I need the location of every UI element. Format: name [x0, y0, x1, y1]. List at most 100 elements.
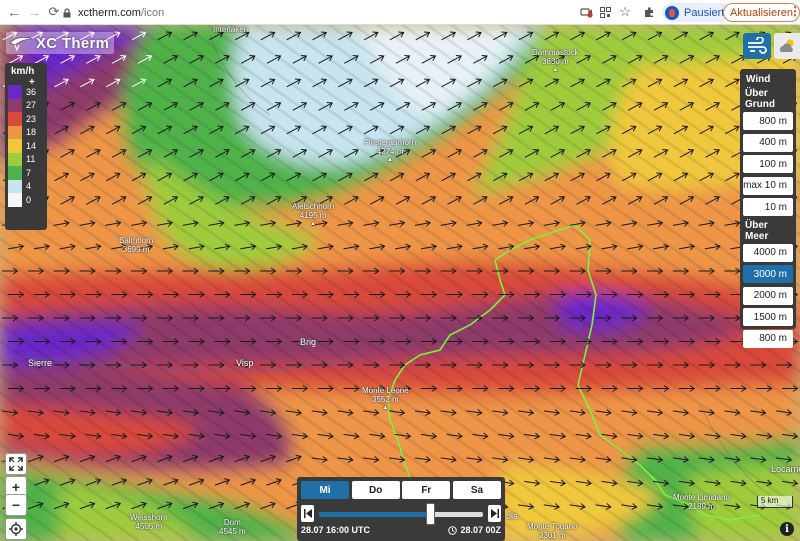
skip-back-icon — [303, 509, 312, 518]
legend-swatch — [8, 112, 22, 126]
legend-label: 27 — [26, 100, 37, 111]
info-icon: i — [785, 523, 789, 535]
slider-fill — [319, 512, 431, 517]
altitude-button[interactable]: 400 m — [743, 133, 793, 152]
zoom-out-icon: − — [11, 497, 21, 513]
place-balmhorn: Balmhorn 3699 m — [119, 236, 154, 254]
legend-row: 27 — [8, 98, 44, 112]
update-label: Aktualisieren — [730, 6, 793, 19]
wind-map[interactable]: Interlaken Dammastock 3630 m ▲ Finsteraarh… — [0, 25, 800, 541]
model-run-label: 28.07 00Z — [460, 525, 501, 535]
legend-label: 18 — [26, 127, 37, 138]
place-visp: Visp — [236, 358, 254, 368]
wind-icon — [748, 37, 767, 54]
altitude-button[interactable]: 800 m — [743, 112, 793, 130]
legend-swatch — [8, 179, 22, 193]
slider-track[interactable] — [319, 512, 483, 517]
app-logo[interactable]: XC Therm — [6, 32, 115, 54]
legend-label: 11 — [26, 154, 36, 165]
place-aletschhorn: Aletschhorn 4195 m ▲ — [292, 202, 335, 227]
slider-thumb[interactable] — [426, 503, 436, 525]
legend-row: 36 — [8, 85, 44, 99]
glider-logo-icon — [9, 37, 33, 52]
altitude-button[interactable]: 4000 m — [743, 243, 793, 262]
zoom-in-icon: + — [11, 479, 21, 495]
legend-row: 0 — [8, 193, 44, 207]
app-title: XC Therm — [36, 34, 110, 52]
avatar — [665, 5, 679, 20]
info-button[interactable]: i — [780, 522, 794, 536]
legend-swatch — [8, 125, 22, 139]
day-button[interactable]: Sa — [452, 481, 501, 499]
legend-row: 4 — [8, 179, 44, 193]
day-button[interactable]: Mi — [301, 481, 349, 499]
altitude-button[interactable]: 3000 m — [743, 265, 793, 283]
legend-swatch — [8, 166, 22, 180]
altitude-button[interactable]: 100 m — [743, 155, 793, 173]
profile-paused-label: Pausiert — [684, 6, 725, 19]
locate-button[interactable] — [5, 518, 27, 540]
above-ground-title: Über Grund — [745, 88, 775, 110]
legend-label: 36 — [26, 86, 37, 97]
legend-label: 14 — [26, 140, 37, 151]
altitude-button[interactable]: 1500 m — [743, 308, 793, 326]
address-bar[interactable]: xctherm.com/icon — [62, 3, 637, 22]
camera-blocked-icon[interactable] — [578, 4, 594, 20]
place-ola: ola — [506, 511, 519, 521]
reload-icon[interactable]: ⟳ — [44, 2, 64, 22]
time-slider[interactable] — [301, 503, 501, 525]
url-path: /icon — [140, 6, 165, 19]
place-locarno: Locarno — [771, 464, 800, 474]
browser-toolbar: ← → ⟳ xctherm.com/icon ☆ Pausiert Aktual… — [0, 0, 800, 25]
place-monte-togano: Monte Togano 2301 m — [527, 522, 578, 540]
place-monte-leone: Monte Leone 3552 m ▲ — [362, 386, 409, 411]
legend-swatch — [8, 98, 22, 112]
back-arrow-icon[interactable]: ← — [4, 2, 24, 22]
legend-swatch — [8, 152, 22, 166]
skip-forward-icon — [490, 509, 499, 518]
legend-label: 23 — [26, 113, 37, 124]
layer-switcher — [740, 33, 800, 59]
weather-layer-button[interactable] — [774, 33, 800, 59]
scale-label: 5 km — [761, 496, 779, 505]
time-panel: Mi Do Fr Sa 28.07 16:00 UTC 28.07 00Z — [297, 477, 505, 541]
place-weisshorn: Weisshorn 4505 m — [130, 513, 168, 531]
forward-arrow-icon[interactable]: → — [24, 2, 44, 22]
wind-field-layer — [0, 25, 800, 541]
legend-unit: km/h — [11, 66, 35, 77]
wind-layer-button[interactable] — [743, 33, 771, 59]
scale-bar: 5 km — [757, 496, 793, 508]
profile-paused-button[interactable]: Pausiert — [662, 3, 732, 22]
more-menu-icon[interactable]: ⋮ — [789, 4, 800, 18]
legend-row: 11 — [8, 152, 44, 166]
altitude-button[interactable]: 800 m — [743, 329, 793, 348]
legend-label: 0 — [26, 194, 32, 205]
crosshair-icon — [9, 522, 23, 536]
wind-speed-legend: km/h + 36 27 23 18 14 11 7 4 0 — [5, 63, 47, 230]
day-button[interactable]: Fr — [402, 481, 451, 499]
zoom-out-button[interactable]: − — [5, 494, 27, 516]
forecast-time-label: 28.07 16:00 UTC — [301, 525, 371, 535]
url-host: xctherm.com — [78, 6, 141, 19]
altitude-button[interactable]: 2000 m — [743, 286, 793, 305]
legend-plus: + — [29, 77, 35, 88]
legend-swatch — [8, 139, 22, 153]
extensions-puzzle-icon[interactable] — [641, 4, 657, 20]
fullscreen-button[interactable] — [5, 453, 27, 475]
lock-icon — [63, 7, 71, 17]
altitude-button[interactable]: max 10 m — [743, 176, 793, 195]
legend-swatch — [8, 85, 22, 99]
altitude-button[interactable]: 10 m — [743, 198, 793, 216]
legend-row: 18 — [8, 125, 44, 139]
bookmark-star-icon[interactable]: ☆ — [617, 4, 633, 20]
step-back-button[interactable] — [301, 505, 314, 522]
day-button[interactable]: Do — [351, 481, 400, 499]
altitude-panel: Wind Über Grund 800 m 400 m 100 m max 10 m 1… — [740, 69, 796, 348]
above-sea-title: Über Meer — [745, 219, 769, 242]
altitude-panel-title: Wind — [746, 74, 771, 85]
qr-code-icon[interactable] — [597, 4, 613, 20]
step-forward-button[interactable] — [488, 505, 501, 522]
legend-row: 7 — [8, 166, 44, 180]
place-finsteraarhorn: Finsteraarhorn 4274 m ▲ — [364, 138, 417, 163]
legend-swatch — [8, 193, 22, 207]
